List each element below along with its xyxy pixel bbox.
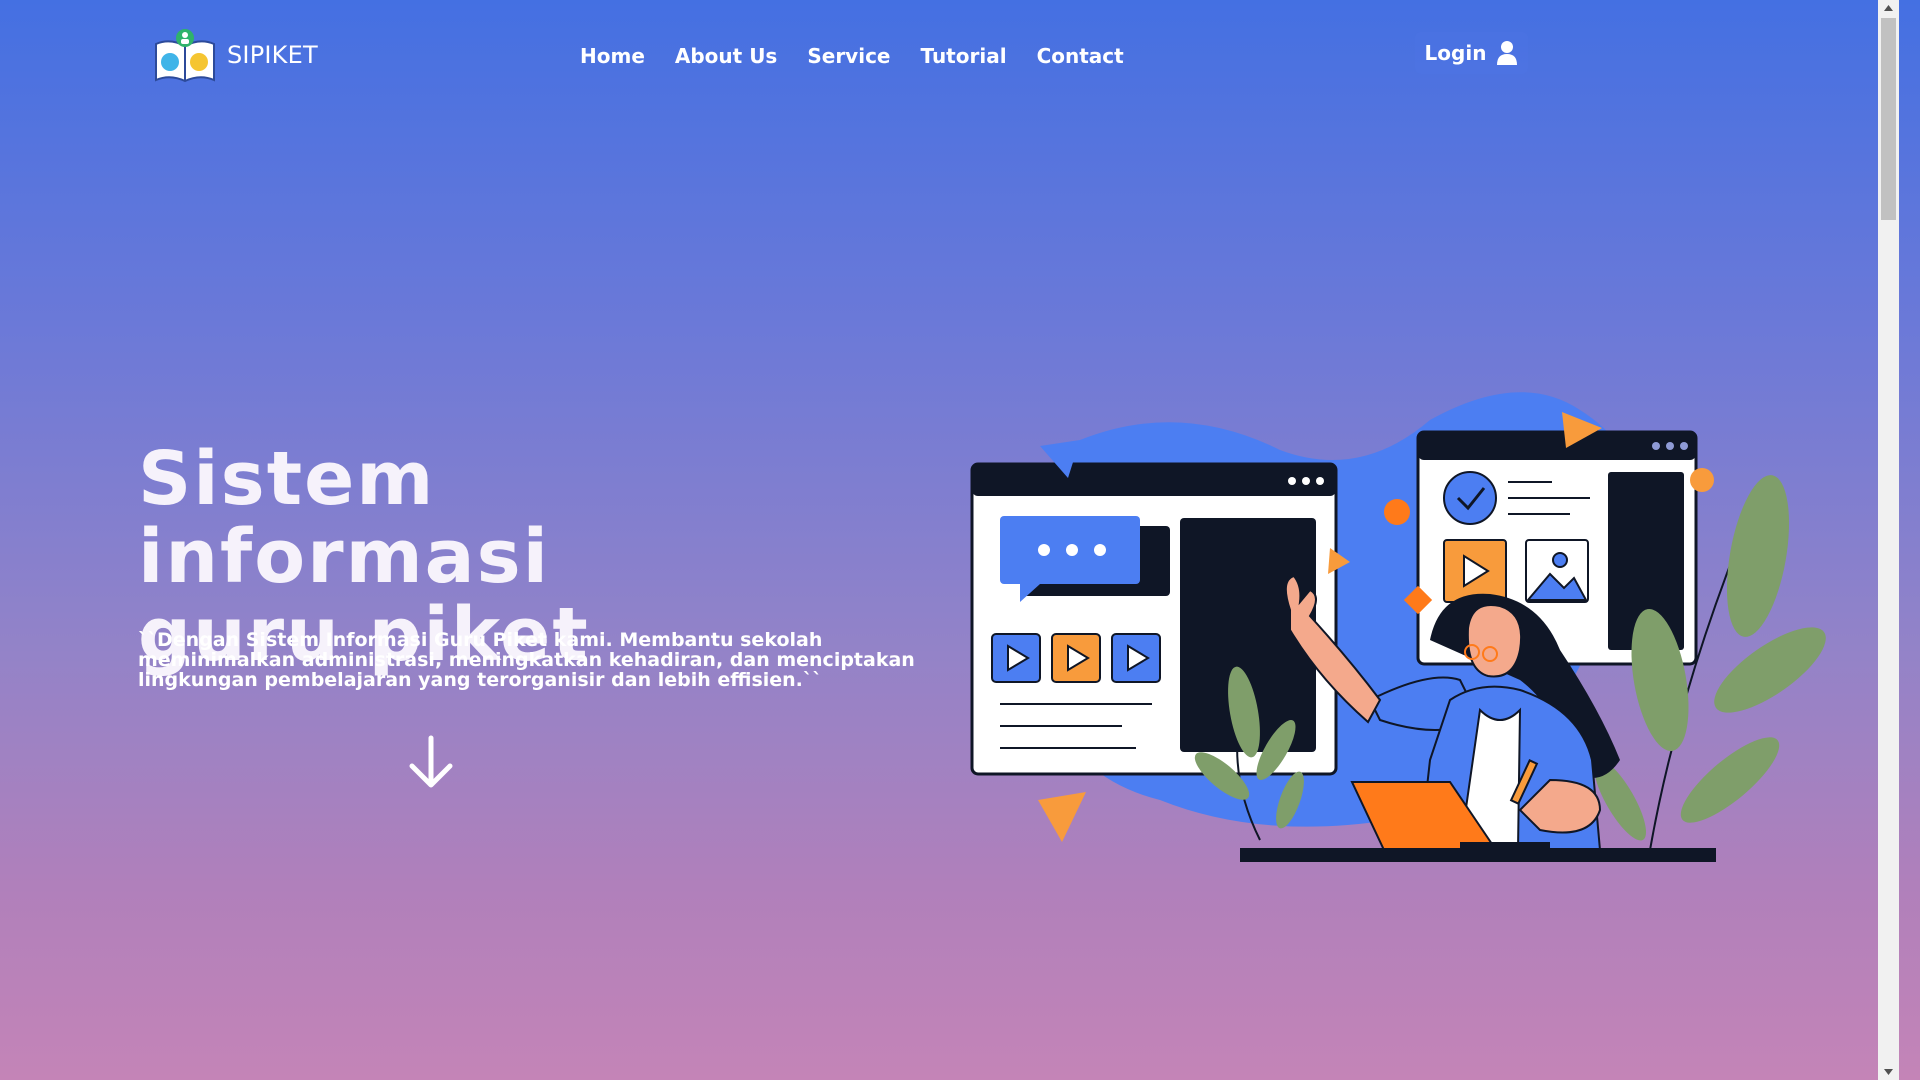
desk	[1240, 848, 1716, 862]
hero-illustration	[970, 392, 1826, 862]
login-label: Login	[1424, 41, 1487, 65]
login-button[interactable]: Login	[1415, 32, 1528, 74]
site-logo[interactable]: SIPIKET	[152, 26, 318, 84]
nav-about-us[interactable]: About Us	[675, 44, 777, 68]
user-icon	[1497, 41, 1518, 65]
nav-service[interactable]: Service	[807, 44, 890, 68]
nav-home[interactable]: Home	[580, 44, 645, 68]
book-school-logo-icon	[155, 29, 215, 83]
vertical-scrollbar[interactable]	[1878, 0, 1899, 1080]
orange-dot-right	[1690, 468, 1714, 492]
scrollbar-thumb[interactable]	[1881, 18, 1896, 220]
hero-title-line-1: Sistem informasi	[138, 436, 551, 600]
nav-contact[interactable]: Contact	[1037, 44, 1124, 68]
landing-page: SIPIKET Home About Us Service Tutorial C…	[0, 0, 1899, 1080]
nav-tutorial[interactable]: Tutorial	[921, 44, 1007, 68]
orange-triangle-bottom	[1038, 792, 1086, 842]
arrow-down-icon[interactable]	[406, 734, 456, 790]
scroll-down-arrow-icon[interactable]	[1883, 1066, 1894, 1077]
brand-name: SIPIKET	[227, 41, 318, 69]
main-nav: Home About Us Service Tutorial Contact	[580, 44, 1154, 68]
orange-dot	[1384, 499, 1410, 525]
scroll-up-arrow-icon[interactable]	[1883, 3, 1894, 14]
hero-description: ``Dengan Sistem Informasi Guru Piket kam…	[138, 629, 915, 691]
